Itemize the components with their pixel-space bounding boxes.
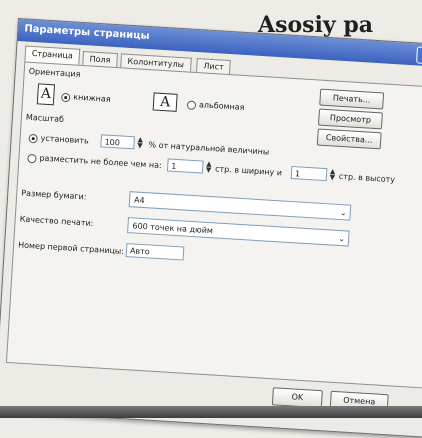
scale-spin-icon[interactable]: ▲ ▼ <box>136 136 144 150</box>
scale-set-label: установить <box>40 133 90 146</box>
portrait-label: книжная <box>73 92 111 104</box>
landscape-orientation-icon: A <box>152 92 178 112</box>
landscape-icon-glyph: A <box>159 93 171 111</box>
tab-panel-page: Ориентация A книжная A альбомная Масштаб… <box>5 61 422 389</box>
pages-tall-input[interactable]: 1 <box>290 165 328 182</box>
pages-wide-spin-icon[interactable]: ▲ ▼ <box>205 160 213 174</box>
page-setup-dialog-wrapper: Параметры страницы ? X Страница Поля Кол… <box>0 18 422 438</box>
paper-size-label: Размер бумаги: <box>21 188 87 202</box>
scale-fit-radio[interactable] <box>27 153 37 164</box>
portrait-orientation-icon: A <box>36 83 56 106</box>
chevron-down-icon: ⌄ <box>338 233 346 244</box>
print-button[interactable]: Печать... <box>319 88 385 110</box>
pages-wide-input[interactable]: 1 <box>166 158 204 174</box>
scale-set-radio[interactable] <box>28 133 38 144</box>
pages-wide-suffix: стр. в ширину и <box>214 164 283 178</box>
portrait-icon-glyph: A <box>40 85 52 103</box>
scale-percent-input[interactable]: 100 <box>100 134 135 150</box>
paper-size-value: A4 <box>133 195 145 206</box>
pages-tall-suffix: стр. в высоту <box>338 171 396 185</box>
properties-button[interactable]: Свойства... <box>316 128 382 150</box>
first-page-label: Номер первой страницы: <box>17 240 125 256</box>
tab-strip: Страница Поля Колонтитулы Лист <box>24 45 232 75</box>
print-quality-select[interactable]: 600 точек на дюйм ⌄ <box>127 217 350 247</box>
pages-tall-spin-icon[interactable]: ▲ ▼ <box>329 167 337 181</box>
landscape-radio[interactable] <box>186 100 197 111</box>
portrait-radio[interactable] <box>60 92 71 103</box>
dialog-title: Параметры страницы <box>24 23 150 43</box>
chevron-down-icon: ⌄ <box>339 208 347 218</box>
print-quality-value: 600 точек на дюйм <box>132 221 214 236</box>
orientation-label: Ориентация <box>28 66 81 79</box>
help-icon[interactable]: ? <box>415 46 422 65</box>
paper-size-select[interactable]: A4 ⌄ <box>128 191 352 221</box>
scale-label: Масштаб <box>25 112 65 124</box>
scale-percent-suffix: % от натуральной величины <box>148 140 270 157</box>
print-quality-label: Качество печати: <box>19 214 94 228</box>
scale-fit-label: разместить не более чем на: <box>39 153 162 171</box>
landscape-label: альбомная <box>198 100 245 112</box>
page-setup-dialog: Параметры страницы ? X Страница Поля Кол… <box>0 18 422 438</box>
next-window-titlebar <box>0 406 422 418</box>
first-page-number-input[interactable]: Авто <box>125 243 185 261</box>
preview-button[interactable]: Просмотр <box>317 108 383 130</box>
